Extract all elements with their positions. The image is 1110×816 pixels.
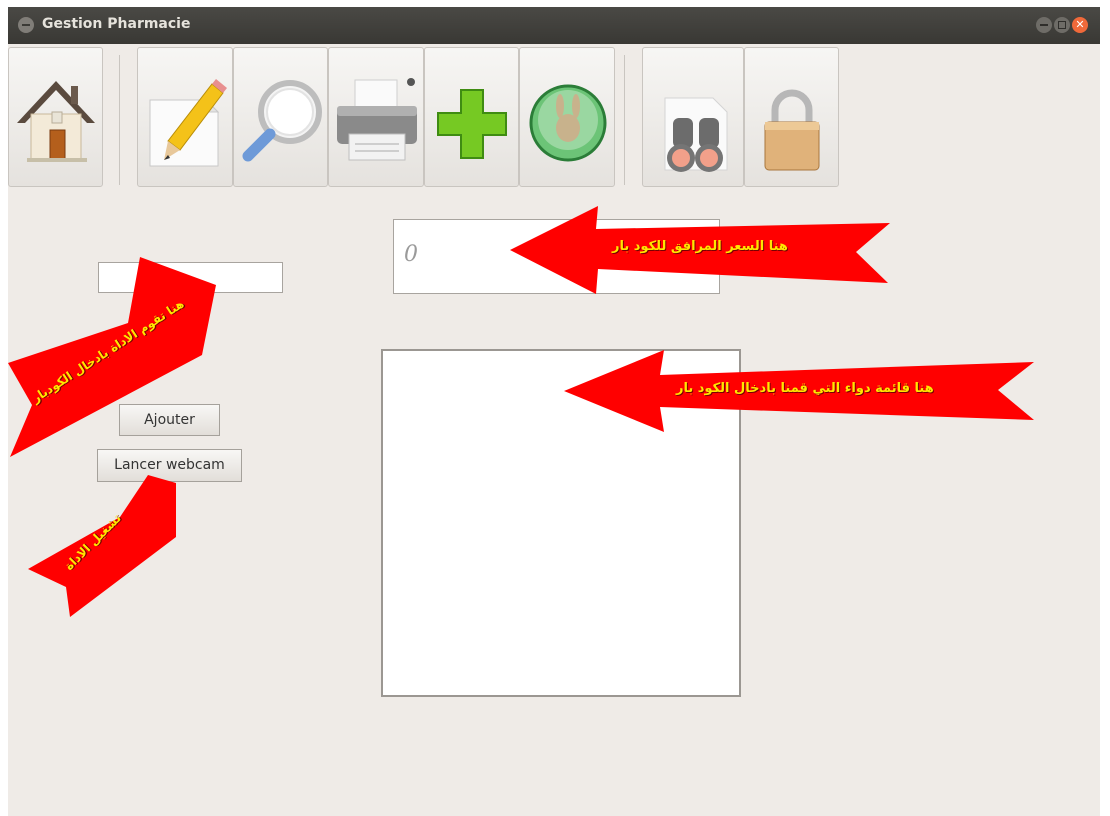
webcam-arrow	[28, 475, 176, 617]
price-annotation: هنا السعر المرافق للكود بار	[612, 239, 788, 254]
annotation-arrows	[8, 206, 1034, 617]
list-annotation: هنا قائمة دواء التي قمنا بادخال الكود با…	[676, 381, 934, 396]
app-window: Gestion Pharmacie ✕ 0 Ajouter Lancer web…	[8, 7, 1100, 816]
